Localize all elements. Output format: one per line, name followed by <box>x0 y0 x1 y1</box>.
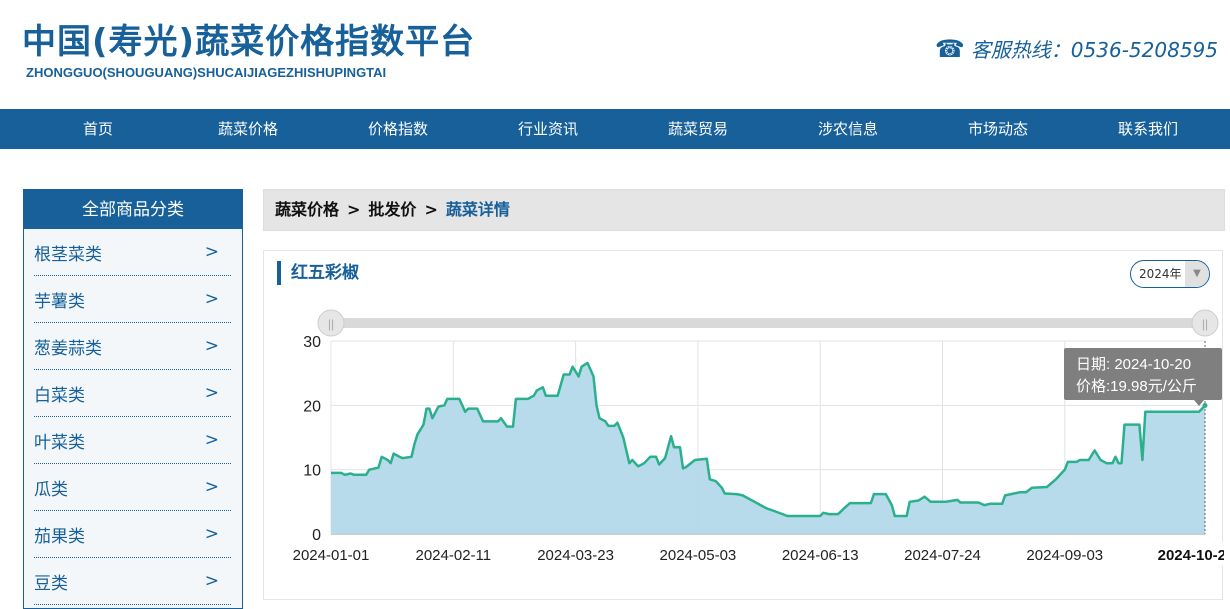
nav-price-index[interactable]: 价格指数 <box>323 109 473 149</box>
handle-grip-icon: || <box>328 317 334 331</box>
x-tick-label: 2024-02-11 <box>415 547 491 564</box>
hotline-text: 客服热线：0536-5208595 <box>970 38 1218 62</box>
sidebar-title: 全部商品分类 <box>24 190 242 229</box>
x-tick-label: 2024-07-24 <box>904 547 981 564</box>
breadcrumb-wholesale[interactable]: 批发价 <box>368 200 416 219</box>
chevron-right-icon: > <box>204 336 219 356</box>
nav-market[interactable]: 市场动态 <box>923 109 1073 149</box>
zoom-slider-track <box>331 318 1205 328</box>
category-sidebar: 全部商品分类 根茎菜类 > 芋薯类 > 葱姜蒜类 > 白菜类 > 叶菜类 > 瓜类 > 茄果类 > 豆类 > <box>23 189 243 609</box>
chevron-right-icon: > <box>204 430 219 450</box>
y-tick-label: 10 <box>303 463 321 480</box>
breadcrumb: 蔬菜价格 > 批发价 > 蔬菜详情 <box>263 189 1225 231</box>
y-tick-label: 20 <box>303 398 321 415</box>
breadcrumb-sep: > <box>347 200 361 219</box>
chevron-right-icon: > <box>204 477 219 497</box>
sidebar-item[interactable]: 葱姜蒜类 > <box>34 323 231 370</box>
sidebar-item[interactable]: 根茎菜类 > <box>34 229 231 276</box>
tooltip-date: 日期: 2024-10-20 <box>1076 356 1191 373</box>
x-tick-label: 2024-09-03 <box>1026 547 1103 564</box>
sidebar-item[interactable]: 豆类 > <box>34 558 231 605</box>
x-tick-label: 2024-05-03 <box>660 547 737 564</box>
sidebar-item-label: 茄果类 <box>34 526 85 547</box>
y-tick-label: 0 <box>312 527 321 544</box>
sidebar-item-label: 叶菜类 <box>34 432 85 453</box>
sidebar-item-label: 芋薯类 <box>34 291 85 312</box>
sidebar-item-label: 白菜类 <box>34 385 85 406</box>
sidebar-item-label: 豆类 <box>34 573 68 594</box>
highlight-x-label: 2024-10-20 <box>1158 547 1224 564</box>
chevron-right-icon: > <box>204 571 219 591</box>
sidebar-item-label: 葱姜蒜类 <box>34 338 102 359</box>
nav-home[interactable]: 首页 <box>23 109 173 149</box>
chevron-right-icon: > <box>204 289 219 309</box>
sidebar-item[interactable]: 瓜类 > <box>34 464 231 511</box>
sidebar-item[interactable]: 叶菜类 > <box>34 417 231 464</box>
x-tick-label: 2024-01-01 <box>293 547 370 564</box>
breadcrumb-sep: > <box>424 200 438 219</box>
phone-icon: ☎ <box>934 34 965 63</box>
sidebar-item[interactable]: 白菜类 > <box>34 370 231 417</box>
nav-veg-price[interactable]: 蔬菜价格 <box>173 109 323 149</box>
main-nav: 首页 蔬菜价格 价格指数 行业资讯 蔬菜贸易 涉农信息 市场动态 联系我们 <box>0 109 1230 149</box>
x-tick-label: 2024-03-23 <box>537 547 614 564</box>
nav-industry-news[interactable]: 行业资讯 <box>473 109 623 149</box>
site-subtitle: ZHONGGUO(SHOUGUANG)SHUCAIJIAGEZHISHUPING… <box>26 65 387 80</box>
y-tick-label: 30 <box>303 334 321 351</box>
handle-grip-icon: || <box>1202 317 1208 331</box>
sidebar-item-label: 瓜类 <box>34 479 68 500</box>
chevron-right-icon: > <box>204 524 219 544</box>
chart-panel: 红五彩椒 2024年 ▼ || || 0 10 20 30 2024-01-01 2024-02… <box>263 250 1224 600</box>
price-chart: || || 0 10 20 30 2024-01-01 2024-02-11 2024-03-2… <box>293 309 1224 566</box>
nav-agri-info[interactable]: 涉农信息 <box>773 109 923 149</box>
sidebar-item-label: 根茎菜类 <box>34 244 102 265</box>
site-title: 中国(寿光)蔬菜价格指数平台 <box>22 22 476 62</box>
chevron-right-icon: > <box>204 383 219 403</box>
tooltip-price: 价格:19.98元/公斤 <box>1076 378 1197 395</box>
x-tick-label: 2024-06-13 <box>782 547 859 564</box>
hotline: ☎ 客服热线：0536-5208595 <box>935 34 1218 63</box>
sidebar-item[interactable]: 茄果类 > <box>34 511 231 558</box>
nav-contact[interactable]: 联系我们 <box>1073 109 1223 149</box>
highlight-point <box>1202 402 1208 408</box>
breadcrumb-current: 蔬菜详情 <box>445 200 510 219</box>
breadcrumb-veg-price[interactable]: 蔬菜价格 <box>275 200 339 219</box>
sidebar-item[interactable]: 芋薯类 > <box>34 276 231 323</box>
nav-veg-trade[interactable]: 蔬菜贸易 <box>623 109 773 149</box>
chevron-right-icon: > <box>204 242 219 262</box>
